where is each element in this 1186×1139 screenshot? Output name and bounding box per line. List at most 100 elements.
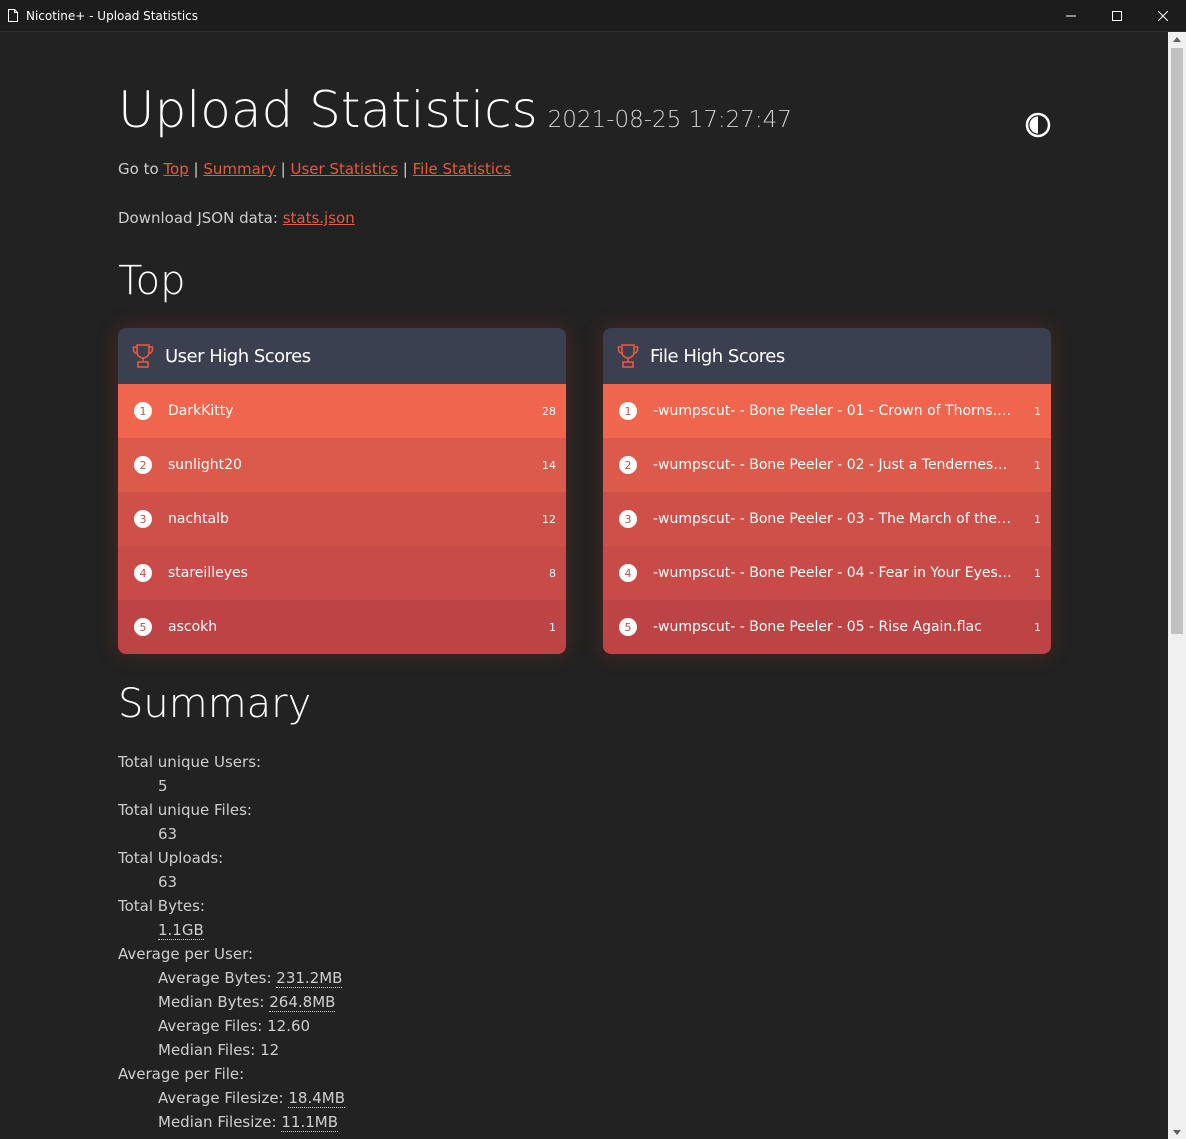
page-content: Upload Statistics 2021-08-25 17:27:47 Go …: [0, 32, 1168, 1139]
nav-separator: |: [402, 160, 408, 178]
chevron-down-icon: [1173, 1129, 1181, 1135]
avg-filesize-value: 18.4MB: [288, 1089, 346, 1108]
contrast-icon[interactable]: [1025, 112, 1051, 138]
vertical-scrollbar[interactable]: [1168, 32, 1186, 1139]
page-title-text: Upload Statistics: [118, 81, 538, 139]
median-bytes-row: Median Bytes: 264.8MB: [158, 990, 345, 1014]
upload-count: 1: [1034, 458, 1041, 472]
list-item[interactable]: 3 nachtalb 12: [118, 492, 566, 546]
list-item[interactable]: 5 ascokh 1: [118, 600, 566, 654]
rank-badge: 4: [619, 564, 637, 582]
upload-count: 12: [542, 512, 556, 526]
median-filesize-value: 11.1MB: [281, 1113, 338, 1132]
upload-count: 14: [542, 458, 556, 472]
rank-badge: 4: [134, 564, 152, 582]
card-header: User High Scores: [118, 328, 566, 384]
list-item[interactable]: 1 -wumpscut- - Bone Peeler - 01 - Crown …: [603, 384, 1051, 438]
rank-badge: 1: [619, 402, 637, 420]
card-header: File High Scores: [603, 328, 1051, 384]
median-filesize-row: Median Filesize: 11.1MB: [158, 1110, 345, 1134]
avg-files-row: Average Files: 12.60: [158, 1014, 345, 1038]
list-item[interactable]: 1 DarkKitty 28: [118, 384, 566, 438]
total-users-value: 5: [158, 777, 168, 795]
rank-badge: 5: [134, 618, 152, 636]
list-item[interactable]: 4 stareilleyes 8: [118, 546, 566, 600]
summary-list: Total unique Users: 5 Total unique Files…: [118, 750, 346, 1134]
file-name: -wumpscut- - Bone Peeler - 05 - Rise Aga…: [653, 619, 982, 635]
report-timestamp: 2021-08-25 17:27:47: [547, 107, 792, 133]
scroll-up-arrow[interactable]: [1168, 32, 1186, 46]
document-icon: [8, 9, 18, 22]
avg-filesize-label: Average Filesize:: [158, 1089, 284, 1107]
avg-files-value: 12.60: [267, 1017, 311, 1035]
scroll-down-arrow[interactable]: [1168, 1125, 1186, 1139]
list-item[interactable]: 5 -wumpscut- - Bone Peeler - 05 - Rise A…: [603, 600, 1051, 654]
avg-bytes-label: Average Bytes:: [158, 969, 272, 987]
total-users-label: Total unique Users:: [118, 753, 262, 771]
rank-badge: 5: [619, 618, 637, 636]
list-item[interactable]: 3 -wumpscut- - Bone Peeler - 03 - The Ma…: [603, 492, 1051, 546]
list-item[interactable]: 4 -wumpscut- - Bone Peeler - 04 - Fear i…: [603, 546, 1051, 600]
nav-prefix: Go to: [118, 160, 159, 178]
total-files-value: 63: [158, 825, 178, 843]
page-title: Upload Statistics 2021-08-25 17:27:47: [118, 80, 792, 150]
nav-link-file-statistics[interactable]: File Statistics: [413, 160, 511, 178]
total-bytes-value: 1.1GB: [158, 921, 204, 940]
avg-per-user-label: Average per User:: [118, 945, 254, 963]
avg-bytes-row: Average Bytes: 231.2MB: [158, 966, 345, 990]
rank-badge: 2: [134, 456, 152, 474]
avg-bytes-value: 231.2MB: [276, 969, 343, 988]
nav-links: Go to Top | Summary | User Statistics | …: [118, 160, 511, 178]
total-files-label: Total unique Files:: [118, 801, 252, 819]
minimize-icon: [1066, 15, 1076, 16]
file-name: -wumpscut- - Bone Peeler - 03 - The Marc…: [653, 511, 1013, 527]
median-files-value: 12: [260, 1041, 280, 1059]
total-uploads-value: 63: [158, 873, 178, 891]
file-name: -wumpscut- - Bone Peeler - 04 - Fear in …: [653, 565, 1013, 581]
upload-count: 1: [1034, 620, 1041, 634]
list-item[interactable]: 2 -wumpscut- - Bone Peeler - 02 - Just a…: [603, 438, 1051, 492]
trophy-icon: [617, 344, 639, 368]
nav-link-user-statistics[interactable]: User Statistics: [290, 160, 398, 178]
avg-files-label: Average Files:: [158, 1017, 263, 1035]
nav-link-summary[interactable]: Summary: [203, 160, 276, 178]
title-bar: Nicotine+ - Upload Statistics: [0, 0, 1186, 32]
upload-count: 1: [549, 620, 556, 634]
close-icon: [1158, 10, 1168, 21]
upload-count: 1: [1034, 566, 1041, 580]
user-name: ascokh: [168, 619, 218, 635]
median-files-label: Median Files:: [158, 1041, 256, 1059]
user-name: sunlight20: [168, 457, 242, 473]
rank-badge: 3: [619, 510, 637, 528]
chevron-up-icon: [1173, 36, 1181, 42]
file-name: -wumpscut- - Bone Peeler - 02 - Just a T…: [653, 457, 1013, 473]
json-download-link[interactable]: stats.json: [283, 209, 355, 227]
upload-count: 8: [549, 566, 556, 580]
list-item[interactable]: 2 sunlight20 14: [118, 438, 566, 492]
total-bytes-label: Total Bytes:: [118, 897, 205, 915]
file-high-scores-card: File High Scores 1 -wumpscut- - Bone Pee…: [603, 328, 1051, 654]
card-title: User High Scores: [165, 345, 311, 367]
maximize-button[interactable]: [1094, 0, 1140, 31]
avg-per-file-label: Average per File:: [118, 1065, 245, 1083]
upload-count: 1: [1034, 512, 1041, 526]
upload-count: 1: [1034, 404, 1041, 418]
user-name: DarkKitty: [168, 403, 234, 419]
nav-separator: |: [193, 160, 199, 178]
close-button[interactable]: [1140, 0, 1186, 31]
median-bytes-value: 264.8MB: [269, 993, 336, 1012]
upload-count: 28: [542, 404, 556, 418]
maximize-icon: [1112, 10, 1122, 21]
total-uploads-label: Total Uploads:: [118, 849, 224, 867]
nav-link-top[interactable]: Top: [163, 160, 188, 178]
window-title: Nicotine+ - Upload Statistics: [26, 8, 199, 23]
minimize-button[interactable]: [1048, 0, 1094, 31]
json-download: Download JSON data: stats.json: [118, 209, 355, 227]
user-name: nachtalb: [168, 511, 229, 527]
window-controls: [1048, 0, 1186, 31]
median-filesize-label: Median Filesize:: [158, 1113, 277, 1131]
rank-badge: 2: [619, 456, 637, 474]
card-title: File High Scores: [650, 345, 785, 367]
json-download-label: Download JSON data:: [118, 209, 278, 227]
scrollbar-thumb[interactable]: [1171, 48, 1183, 634]
